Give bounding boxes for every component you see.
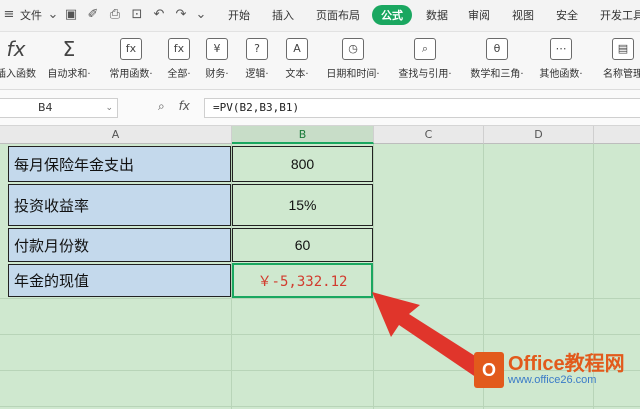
watermark-url: www.office26.com (508, 373, 597, 386)
more-icon: ⋯ (550, 38, 572, 60)
tab-view[interactable]: 视图 (512, 7, 534, 23)
clock-icon: ◷ (342, 38, 364, 60)
format-painter-icon[interactable]: ✐ (86, 8, 100, 22)
zoom-icon[interactable]: ⌕ (158, 99, 165, 113)
column-header-e[interactable] (594, 126, 640, 144)
redo-icon[interactable]: ↷ (174, 8, 188, 22)
undo-icon[interactable]: ↶ (152, 8, 166, 22)
name-manager-icon: ▤ (612, 38, 634, 60)
cell-b1[interactable]: 800 (232, 146, 373, 182)
tab-review[interactable]: 审阅 (468, 7, 490, 23)
sigma-icon: Σ (62, 37, 76, 61)
file-menu[interactable]: 文件 (20, 7, 42, 23)
chevron-down-icon[interactable]: ⌄ (46, 8, 60, 22)
cell-b3[interactable]: 60 (232, 228, 373, 262)
cell-a2[interactable]: 投资收益率 (8, 184, 231, 226)
cell-a4[interactable]: 年金的现值 (8, 264, 231, 297)
tab-security[interactable]: 安全 (556, 7, 578, 23)
cell-a1[interactable]: 每月保险年金支出 (8, 146, 231, 182)
math-icon: θ (486, 38, 508, 60)
formula-input[interactable]: =PV(B2,B3,B1) (204, 98, 640, 118)
text-functions-button[interactable]: A 文本· (280, 36, 314, 86)
question-icon: ? (246, 38, 268, 60)
cell-a3[interactable]: 付款月份数 (8, 228, 231, 262)
common-functions-button[interactable]: fx 常用函数· (104, 36, 158, 86)
watermark: O Office教程网 www.office26.com (474, 352, 625, 388)
name-box[interactable]: B4 ⌄ (0, 98, 118, 118)
autosum-button[interactable]: Σ 自动求和· (44, 36, 94, 86)
column-header-d[interactable]: D (484, 126, 594, 144)
insert-function-button[interactable]: fx 插入函数 (0, 36, 38, 86)
menu-bar: ≡ 文件 ⌄ ▣ ✐ ⎙ ⊡ ↶ ↷ ⌄ 开始 插入 页面布局 公式 数据 审阅… (0, 0, 640, 32)
function-icon: fx (120, 38, 142, 60)
cell-b4[interactable]: ￥-5,332.12 (232, 263, 373, 298)
menu-icon[interactable]: ≡ (2, 8, 16, 22)
name-manager-button[interactable]: ▤ 名称管理 (600, 36, 640, 86)
print-icon[interactable]: ⎙ (108, 8, 122, 22)
column-header-a[interactable]: A (0, 126, 232, 144)
watermark-brand: Office教程网 (508, 352, 625, 375)
search-icon: ⌕ (414, 38, 436, 60)
fx-icon[interactable]: fx (179, 99, 190, 113)
financial-functions-button[interactable]: ¥ 财务· (200, 36, 234, 86)
tab-page-layout[interactable]: 页面布局 (316, 7, 360, 23)
cell-b2[interactable]: 15% (232, 184, 373, 226)
chevron-down-icon[interactable]: ⌄ (194, 8, 208, 22)
logical-functions-button[interactable]: ? 逻辑· (240, 36, 274, 86)
formula-bar: B4 ⌄ ⌕ fx =PV(B2,B3,B1) (0, 90, 640, 126)
column-header-b[interactable]: B (232, 126, 374, 144)
other-functions-button[interactable]: ⋯ 其他函数· (534, 36, 588, 86)
column-header-c[interactable]: C (374, 126, 484, 144)
office-logo-icon: O (474, 352, 504, 388)
yen-icon: ¥ (206, 38, 228, 60)
date-time-functions-button[interactable]: ◷ 日期和时间· (320, 36, 386, 86)
lookup-reference-button[interactable]: ⌕ 查找与引用· (392, 36, 458, 86)
tab-home[interactable]: 开始 (228, 7, 250, 23)
tab-data[interactable]: 数据 (426, 7, 448, 23)
function-icon: fx (168, 38, 190, 60)
all-functions-button[interactable]: fx 全部· (162, 36, 196, 86)
tab-developer[interactable]: 开发工具 (600, 7, 640, 23)
function-icon: fx (6, 37, 26, 61)
text-icon: A (286, 38, 308, 60)
ribbon: fx 插入函数 Σ 自动求和· fx 常用函数· fx 全部· ¥ 财务· ? … (0, 32, 640, 90)
tab-insert[interactable]: 插入 (272, 7, 294, 23)
save-icon[interactable]: ▣ (64, 8, 78, 22)
tab-formulas[interactable]: 公式 (372, 5, 412, 25)
preview-icon[interactable]: ⊡ (130, 8, 144, 22)
math-trig-button[interactable]: θ 数学和三角· (464, 36, 530, 86)
chevron-down-icon[interactable]: ⌄ (105, 99, 113, 117)
